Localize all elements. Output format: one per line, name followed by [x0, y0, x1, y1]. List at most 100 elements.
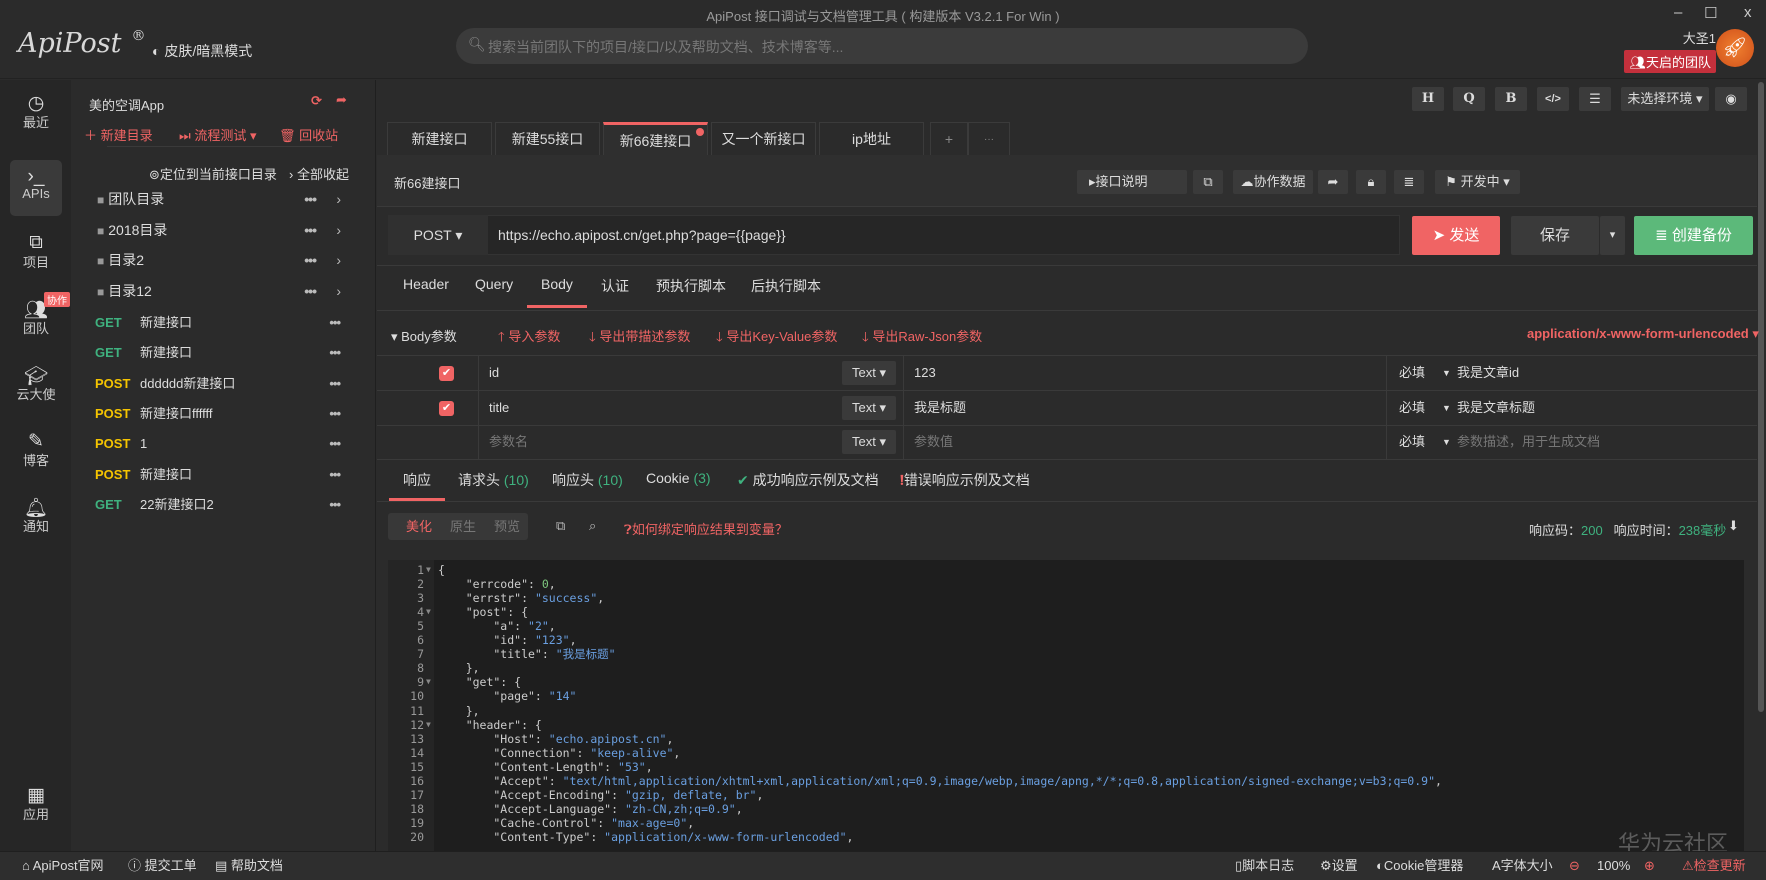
- request-tab-1[interactable]: Query: [475, 276, 513, 308]
- lock-icon[interactable]: 🔒︎: [1356, 170, 1386, 194]
- response-tab-2[interactable]: 响应头 (10): [552, 470, 623, 501]
- request-tab-5[interactable]: 后执行脚本: [751, 276, 821, 308]
- database-icon[interactable]: ≣: [1394, 170, 1424, 194]
- api-item[interactable]: POST 新建接口ffffff •••: [71, 399, 376, 429]
- folder-item[interactable]: ■ 团队目录 ••• ›: [71, 184, 376, 214]
- api-item[interactable]: GET 22新建接口2 •••: [71, 490, 376, 520]
- tab-1[interactable]: 新建55接口: [495, 122, 600, 155]
- more-icon[interactable]: •••: [304, 276, 317, 306]
- param-value-input[interactable]: 123: [914, 356, 936, 390]
- chevron-right-icon[interactable]: ›: [336, 276, 341, 306]
- team-badge[interactable]: 👥︎天启的团队: [1624, 50, 1716, 73]
- website-link[interactable]: ⌂ ApiPost官网: [22, 852, 104, 880]
- url-input[interactable]: https://echo.apipost.cn/get.php?page={{p…: [498, 215, 786, 255]
- fold-toggle-icon[interactable]: ▼: [426, 675, 431, 689]
- param-key-input[interactable]: id: [489, 356, 499, 390]
- chevron-right-icon[interactable]: ›: [336, 245, 341, 275]
- response-editor[interactable]: 1 ▼{2 "errcode": 0, 3 "errstr": "success",…: [388, 560, 1744, 851]
- settings-button[interactable]: ⚙设置: [1320, 852, 1358, 880]
- eye-icon[interactable]: ◉: [1715, 87, 1747, 111]
- more-icon[interactable]: •••: [304, 184, 317, 214]
- checkbox[interactable]: ✔: [439, 366, 454, 381]
- refresh-icon[interactable]: ⟳: [311, 93, 322, 109]
- chevron-right-icon[interactable]: ›: [336, 184, 341, 214]
- rail-item-4[interactable]: 🎓︎ 云大使: [10, 358, 62, 414]
- param-desc-input[interactable]: 我是文章id: [1457, 356, 1519, 390]
- view-2[interactable]: 预览: [494, 519, 520, 534]
- api-item[interactable]: POST 新建接口 •••: [71, 460, 376, 490]
- b-button[interactable]: B: [1495, 87, 1527, 111]
- more-icon[interactable]: •••: [329, 369, 341, 399]
- rail-item-5[interactable]: ✎ 博客: [10, 424, 62, 480]
- code-button[interactable]: </>: [1537, 87, 1569, 111]
- copy-icon[interactable]: ⧉: [556, 518, 565, 534]
- search-icon[interactable]: ⌕: [589, 518, 596, 534]
- cookie-manager-button[interactable]: ◐Cookie管理器: [1376, 852, 1463, 880]
- download-icon[interactable]: ⬇: [1728, 518, 1739, 534]
- request-tab-4[interactable]: 预执行脚本: [656, 276, 726, 308]
- q-button[interactable]: Q: [1453, 87, 1485, 111]
- body-params-toggle[interactable]: ▾ Body参数: [391, 326, 457, 345]
- export-raw-button[interactable]: 🡓 导出Raw-Json参数: [862, 326, 982, 350]
- more-icon[interactable]: •••: [329, 429, 341, 459]
- collab-data-button[interactable]: ☁协作数据: [1233, 170, 1313, 194]
- save-dropdown[interactable]: ▾: [1600, 216, 1625, 255]
- content-type-select[interactable]: application/x-www-form-urlencoded ▾: [1527, 326, 1759, 342]
- fold-toggle-icon[interactable]: ▼: [426, 563, 431, 577]
- zoom-in-icon[interactable]: ⊕: [1644, 852, 1655, 880]
- param-desc-input[interactable]: 参数描述，用于生成文档: [1457, 425, 1600, 459]
- create-backup-button[interactable]: ≣ 创建备份: [1634, 216, 1753, 255]
- rail-item-2[interactable]: ⧉ 项目: [10, 226, 62, 282]
- check-update-button[interactable]: ⚠检查更新: [1682, 852, 1746, 880]
- locate-button[interactable]: ⊚定位到当前接口目录: [149, 164, 277, 183]
- type-select[interactable]: Text ▾: [842, 361, 896, 385]
- param-key-input[interactable]: 参数名: [489, 425, 528, 459]
- param-desc-input[interactable]: 我是文章标题: [1457, 391, 1535, 425]
- response-tab-4[interactable]: ✔ 成功响应示例及文档: [737, 470, 879, 501]
- environment-select[interactable]: 未选择环境 ▾: [1621, 87, 1709, 111]
- view-0[interactable]: 美化: [406, 519, 432, 534]
- sliders-icon[interactable]: ☰: [1579, 87, 1611, 111]
- zoom-out-icon[interactable]: ⊖: [1569, 852, 1580, 880]
- request-tab-3[interactable]: 认证: [601, 276, 629, 308]
- scrollbar-thumb[interactable]: [1758, 82, 1764, 712]
- maximize-button[interactable]: ☐: [1704, 4, 1717, 22]
- more-icon[interactable]: •••: [329, 460, 341, 490]
- rail-item-7[interactable]: ▦ 应用: [10, 778, 62, 834]
- required-select[interactable]: 必填: [1399, 425, 1425, 459]
- request-tab-2[interactable]: Body: [527, 276, 587, 308]
- response-tab-0[interactable]: 响应: [389, 470, 445, 501]
- request-tab-0[interactable]: Header: [403, 276, 449, 308]
- api-item[interactable]: GET 新建接口 •••: [71, 308, 376, 338]
- script-log-button[interactable]: ▯脚本日志: [1235, 852, 1294, 880]
- required-select[interactable]: 必填: [1399, 356, 1425, 390]
- export-kv-button[interactable]: 🡓 导出Key-Value参数: [716, 326, 837, 350]
- api-doc-button[interactable]: ▸接口说明: [1077, 170, 1187, 194]
- share-icon[interactable]: ➦: [1318, 170, 1348, 194]
- tab-2[interactable]: 新66建接口: [603, 122, 708, 155]
- save-button[interactable]: 保存: [1511, 216, 1599, 255]
- minimize-button[interactable]: –: [1674, 4, 1682, 21]
- import-params-button[interactable]: 🡑 导入参数: [498, 326, 560, 350]
- bind-help-link[interactable]: ❓︎如何绑定响应结果到变量？: [624, 519, 788, 538]
- more-tabs-button[interactable]: ···: [968, 122, 1010, 155]
- add-tab-button[interactable]: +: [930, 122, 968, 155]
- more-icon[interactable]: •••: [329, 399, 341, 429]
- view-1[interactable]: 原生: [450, 519, 476, 534]
- h-button[interactable]: H: [1412, 87, 1444, 111]
- send-button[interactable]: ➤ 发送: [1412, 216, 1500, 255]
- user-name[interactable]: 大圣1: [1683, 28, 1716, 47]
- share-icon[interactable]: ➦: [336, 92, 347, 108]
- skin-toggle[interactable]: ◐ 皮肤/暗黑模式: [152, 41, 252, 61]
- close-button[interactable]: x: [1744, 4, 1752, 21]
- folder-item[interactable]: ■ 目录2 ••• ›: [71, 245, 376, 275]
- avatar[interactable]: 🚀︎: [1716, 29, 1754, 67]
- export-desc-button[interactable]: 🡓 导出带描述参数: [589, 326, 690, 350]
- response-tab-3[interactable]: Cookie (3): [646, 470, 711, 501]
- type-select[interactable]: Text ▾: [842, 430, 896, 454]
- required-select[interactable]: 必填: [1399, 391, 1425, 425]
- api-item[interactable]: POST dddddd新建接口 •••: [71, 369, 376, 399]
- method-select[interactable]: POST ▾: [388, 215, 488, 255]
- tab-4[interactable]: ip地址: [819, 122, 924, 155]
- chevron-right-icon[interactable]: ›: [336, 215, 341, 245]
